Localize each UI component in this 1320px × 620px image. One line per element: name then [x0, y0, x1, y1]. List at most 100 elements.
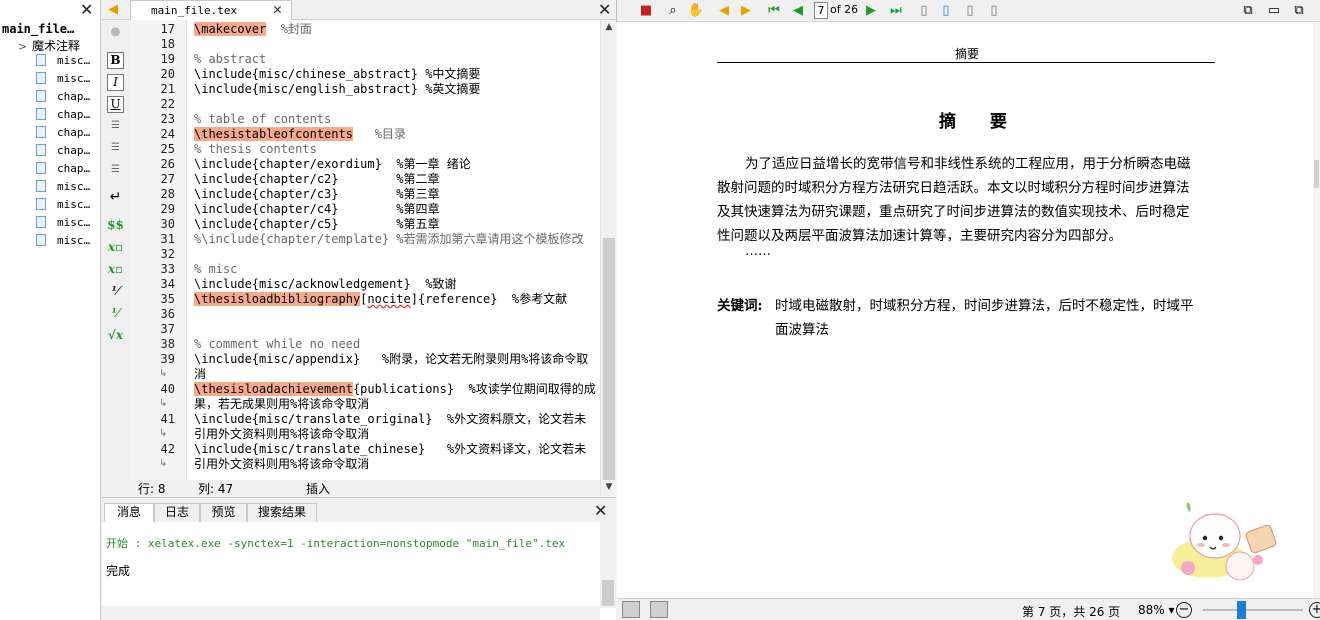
tab-preview[interactable]: 预览	[200, 503, 247, 522]
pdf-toolbar: ■ ⌕ ✋ ◀ ▶ ⏮ ◀ 7 of 26 ▶ ⏭ ▯ ▯ ▯ ▯ ⧉ ▭ ⧉	[616, 0, 1320, 22]
scroll-down-icon[interactable]: ▼	[601, 482, 617, 492]
structure-item[interactable]: misc…	[36, 70, 90, 88]
tab-search-results[interactable]: 搜索结果	[247, 503, 317, 522]
structure-root[interactable]: main_file…	[2, 22, 74, 36]
structure-item[interactable]: misc…	[36, 232, 90, 250]
math-mode-icon[interactable]: $$	[107, 218, 124, 235]
search-icon[interactable]: ⌕	[664, 2, 682, 19]
tab-log[interactable]: 日志	[154, 503, 200, 522]
italic-icon[interactable]: I	[107, 74, 124, 91]
code-line: \include{chapter/c3} %第三章	[194, 187, 440, 201]
tts-icon[interactable]	[622, 601, 640, 618]
code-line: 引用外文资料则用%将该命令取消	[194, 427, 370, 441]
column-indicator: 列: 47	[198, 482, 234, 496]
code-text[interactable]: \makecover %封面 % abstract \include{misc/…	[194, 20, 599, 480]
code-line: %\include{chapter/template} %若需添加第六章请用这个…	[194, 232, 584, 246]
structure-panel: ✕ main_file… > 魔术注释 misc… misc… chap… cha…	[0, 0, 101, 620]
forward-arrow-icon[interactable]: ▶	[737, 2, 755, 19]
next-page-icon[interactable]: ▶	[862, 2, 880, 19]
page-number-input[interactable]: 7	[814, 2, 828, 19]
file-icon	[36, 180, 46, 192]
scroll-up-icon[interactable]: ▲	[601, 22, 617, 32]
tab-main-file[interactable]: main_file.tex ✕	[130, 0, 292, 20]
subscript-icon[interactable]: x▫	[107, 240, 124, 257]
pdf-book-icon[interactable]: ■	[637, 2, 655, 19]
file-icon	[36, 54, 46, 66]
prev-page-icon[interactable]: ◀	[789, 2, 807, 19]
zoom-dropdown-icon: ▾	[1168, 603, 1175, 617]
split-icon[interactable]: ▭	[1265, 2, 1283, 19]
fraction-icon[interactable]: ⅟	[107, 284, 124, 301]
fit-page-icon[interactable]: ▯	[937, 2, 955, 19]
back-arrow-icon[interactable]: ◀	[108, 2, 118, 17]
file-icon	[36, 72, 46, 84]
page-status: 第 7 页，共 26 页	[1022, 605, 1121, 619]
align-right-icon[interactable]: ☰	[107, 162, 124, 179]
structure-item[interactable]: chap…	[36, 160, 90, 178]
scrollbar-thumb[interactable]	[602, 580, 614, 606]
chevron-right-icon[interactable]: >	[18, 40, 32, 53]
embed-icon[interactable]: ⧉	[1290, 2, 1308, 19]
paragraph-line: 散射问题的时域积分方程方法研究日趋活跃。本文以时域积分方程时间步进算法	[717, 180, 1190, 196]
zoom-slider[interactable]	[1203, 609, 1303, 611]
close-tab-icon[interactable]: ✕	[273, 0, 282, 18]
code-line: \include{misc/translate_chinese} %外文资料译文…	[194, 442, 587, 456]
file-icon	[36, 198, 46, 210]
file-icon	[36, 234, 46, 246]
zoom-slider-knob[interactable]	[1237, 601, 1246, 619]
hand-icon[interactable]: ✋	[687, 2, 705, 19]
code-line: \include{misc/chinese_abstract} %中文摘要	[194, 67, 481, 81]
line-number: 21	[160, 82, 175, 96]
disabled-arrow-icon: ●	[110, 24, 121, 38]
structure-item[interactable]: misc…	[36, 214, 90, 232]
structure-item[interactable]: misc…	[36, 196, 90, 214]
zoom-out-icon[interactable]: −	[1176, 602, 1192, 618]
first-page-icon[interactable]: ⏮	[765, 2, 783, 19]
code-editor[interactable]: 17 18 19 20 21 22 23 24 25 26 27 28 29 3…	[129, 20, 600, 480]
bold-icon[interactable]: B	[107, 52, 124, 69]
zoom-level[interactable]: 88% ▾	[1138, 603, 1175, 617]
wrap-indicator-icon: ↳	[159, 368, 168, 379]
dfrac-icon[interactable]: ⅟	[107, 306, 124, 323]
structure-item[interactable]: chap…	[36, 106, 90, 124]
align-left-icon[interactable]: ☰	[107, 118, 124, 135]
messages-hscrollbar[interactable]	[102, 606, 600, 620]
continuous-icon[interactable]: ▯	[961, 2, 979, 19]
sqrt-icon[interactable]: √x	[107, 328, 124, 345]
structure-item[interactable]: chap…	[36, 124, 90, 142]
new-line-icon[interactable]: ↵	[107, 190, 124, 207]
superscript-icon[interactable]: x▫	[107, 262, 124, 279]
close-messages-icon[interactable]: ✕	[594, 501, 607, 520]
close-structure-icon[interactable]: ✕	[80, 1, 93, 19]
structure-item[interactable]: misc…	[36, 52, 90, 70]
wrap-indicator-icon: ↳	[159, 458, 168, 469]
editor-scrollbar[interactable]: ▲ ▼	[600, 20, 616, 495]
fit-width-icon[interactable]: ▯	[915, 2, 933, 19]
last-page-icon[interactable]: ⏭	[887, 2, 905, 19]
file-icon	[36, 144, 46, 156]
structure-item[interactable]: chap…	[36, 88, 90, 106]
code-line: \include{chapter/c4} %第四章	[194, 202, 440, 216]
zoom-in-icon[interactable]: +	[1309, 602, 1320, 618]
tab-messages[interactable]: 消息	[104, 503, 154, 522]
structure-item[interactable]: misc…	[36, 178, 90, 196]
line-number: 25	[160, 142, 175, 156]
back-arrow-icon[interactable]: ◀	[715, 2, 733, 19]
pdf-scrollbar[interactable]	[1313, 22, 1320, 598]
underline-icon[interactable]: U	[107, 96, 124, 113]
structure-item[interactable]: chap…	[36, 142, 90, 160]
align-center-icon[interactable]: ☰	[107, 140, 124, 157]
line-number: 32	[160, 247, 175, 261]
two-page-icon[interactable]: ▯	[985, 2, 1003, 19]
dock-icon[interactable]: ⧉	[1239, 2, 1257, 19]
keywords-label: 关键词:	[717, 298, 763, 314]
ellipsis: ……	[745, 244, 771, 259]
code-line: % comment while no need	[194, 337, 361, 351]
line-number: 28	[160, 187, 175, 201]
scrollbar-thumb[interactable]	[1314, 160, 1319, 188]
scrollbar-thumb[interactable]	[603, 238, 615, 480]
messages-scrollbar[interactable]	[600, 522, 616, 608]
page-count: of 26	[830, 3, 859, 16]
tts-icon[interactable]	[650, 601, 668, 618]
close-editor-icon[interactable]: ✕	[598, 0, 611, 19]
